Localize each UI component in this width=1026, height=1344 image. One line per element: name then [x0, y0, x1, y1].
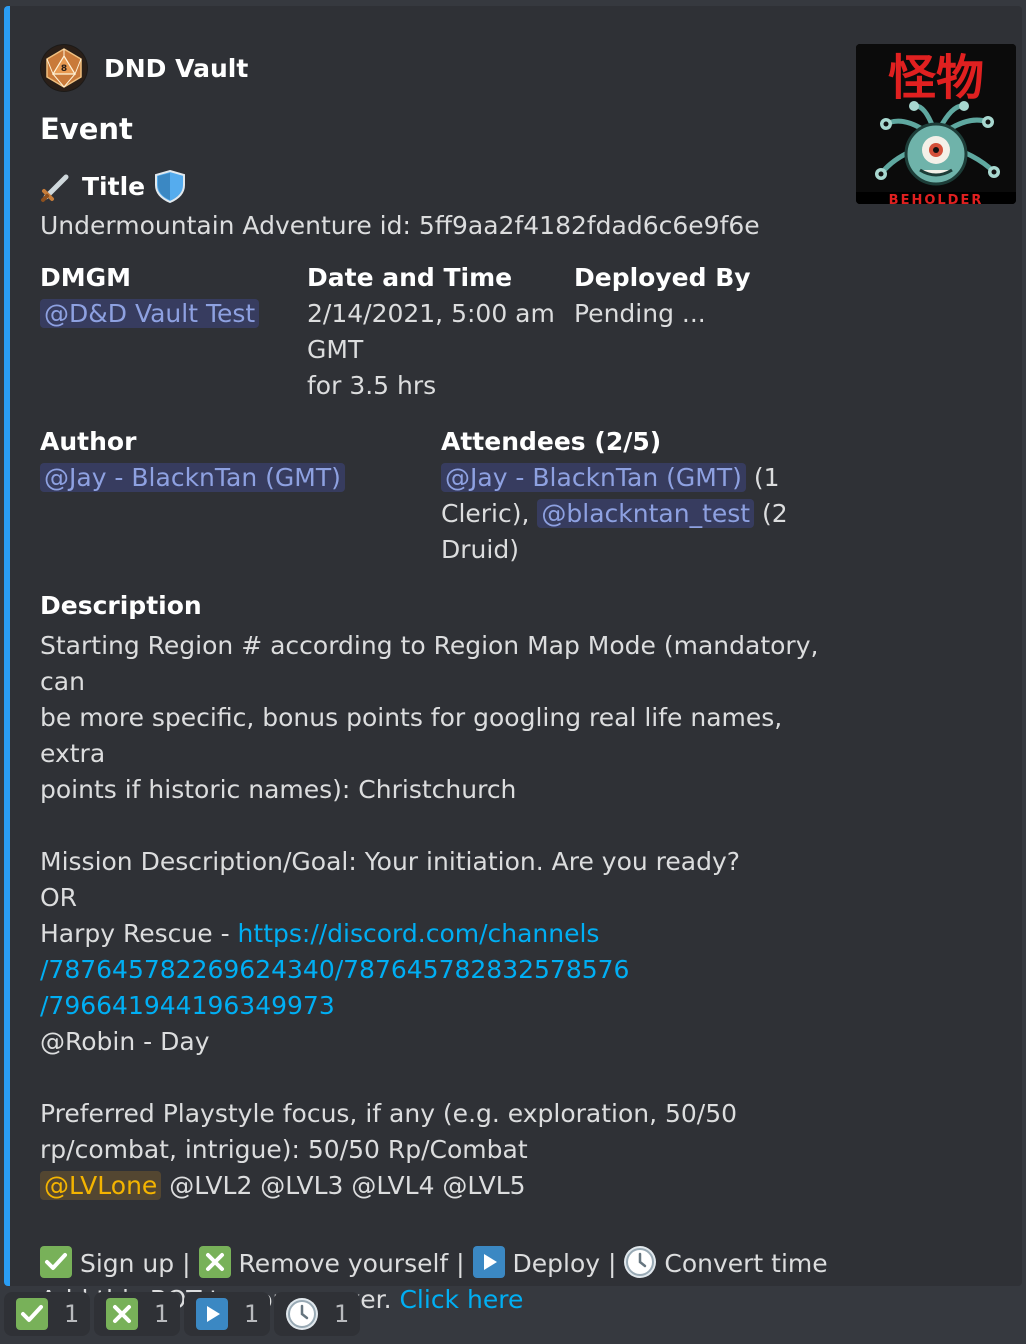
beholder-image[interactable]: 怪物 BEHOLDER [856, 44, 1016, 204]
signup-label: Sign up [79, 1249, 175, 1278]
click-here-link[interactable]: Click here [399, 1285, 523, 1314]
description-line: @LVL2 @LVL3 @LVL4 @LVL5 [161, 1171, 526, 1200]
cross-mark-icon [106, 1298, 138, 1330]
role-mention[interactable]: @LVLone [40, 1171, 162, 1200]
discord-link[interactable]: https://discord.com/channels [238, 919, 600, 948]
remove-label: Remove yourself [238, 1249, 449, 1278]
description-line: be more specific, bonus points for googl… [40, 703, 783, 768]
author-mention[interactable]: @Jay - BlacknTan (GMT) [40, 463, 345, 492]
discord-link-cont[interactable]: /787645782269624340/787645782832578576 [40, 952, 830, 988]
play-button-icon [472, 1246, 505, 1278]
description-line: Mission Description/Goal: Your initiatio… [40, 847, 741, 876]
check-mark-icon [16, 1298, 48, 1330]
deployed-by-field: Deployed By Pending ... [574, 260, 751, 332]
play-button-icon [196, 1298, 228, 1330]
reaction-play[interactable]: 1 [184, 1292, 270, 1336]
reactions-bar: 1 1 1 1 [4, 1292, 360, 1336]
date-time-line2: GMT [307, 335, 364, 364]
cross-mark-icon [198, 1246, 231, 1278]
attendee-class-1a: (1 [753, 463, 780, 492]
reaction-count: 1 [154, 1300, 170, 1328]
deployed-by-value: Pending ... [574, 299, 706, 328]
dmgm-mention[interactable]: @D&D Vault Test [40, 299, 260, 328]
convert-label: Convert time [664, 1249, 828, 1278]
date-time-line1: 2/14/2021, 5:00 am [307, 299, 555, 328]
clock-icon [624, 1246, 657, 1278]
date-time-field: Date and Time 2/14/2021, 5:00 am GMT for… [307, 260, 555, 404]
description-line: rp/combat, intrigue): 50/50 Rp/Combat [40, 1135, 528, 1164]
separator: | [182, 1249, 191, 1278]
actions-line: Sign up | Remove yourself | Deploy | Con… [40, 1246, 830, 1282]
deployed-by-label: Deployed By [574, 263, 751, 292]
embed-author-name[interactable]: DND Vault [104, 54, 248, 83]
separator: | [608, 1249, 617, 1278]
description-label: Description [40, 591, 202, 620]
embed-author: 8 DND Vault [40, 44, 248, 92]
title-field-value: Undermountain Adventure id: 5ff9aa2f4182… [40, 211, 760, 240]
reaction-check[interactable]: 1 [4, 1292, 90, 1336]
reaction-count: 1 [64, 1300, 80, 1328]
attendee-class-2a: (2 [762, 499, 788, 528]
embed-card: 8 DND Vault Event 怪物 BEHOLDER Title Unde… [4, 6, 1022, 1314]
author-field: Author @Jay - BlacknTan (GMT) [40, 424, 345, 496]
description-line: points if historic names): Christchurch [40, 775, 517, 804]
embed-title: Event [40, 112, 133, 146]
attendee-mention-2[interactable]: @blackntan_test [537, 499, 755, 528]
shield-icon [153, 169, 187, 204]
reaction-count: 1 [244, 1300, 260, 1328]
thumbnail-kanji: 怪物 [888, 50, 984, 106]
attendees-label: Attendees (2/5) [441, 427, 662, 456]
date-time-line3: for 3.5 hrs [307, 371, 437, 400]
title-field-label: Title [82, 171, 146, 201]
d20-dice-icon: 8 [40, 44, 88, 92]
attendee-class-2b: Druid) [441, 535, 519, 564]
description-line: Harpy Rescue - [40, 919, 238, 948]
date-time-label: Date and Time [307, 263, 513, 292]
attendee-mention-1[interactable]: @Jay - BlacknTan (GMT) [441, 463, 746, 492]
dagger-icon [40, 169, 74, 203]
title-field-name: Title [40, 166, 187, 206]
dmgm-field: DMGM @D&D Vault Test [40, 260, 260, 332]
description-body: Starting Region # according to Region Ma… [40, 628, 830, 1318]
reaction-clock[interactable]: 1 [274, 1292, 360, 1336]
svg-text:8: 8 [61, 64, 67, 74]
dmgm-label: DMGM [40, 263, 132, 292]
reaction-cross[interactable]: 1 [94, 1292, 180, 1336]
author-label: Author [40, 427, 137, 456]
attendees-field: Attendees (2/5) @Jay - BlacknTan (GMT) (… [441, 424, 801, 568]
description-line: OR [40, 883, 78, 912]
clock-icon [286, 1298, 318, 1330]
discord-link-cont[interactable]: /796641944196349973 [40, 988, 830, 1024]
description-line: Starting Region # according to Region Ma… [40, 631, 819, 696]
attendee-class-1b: Cleric), [441, 499, 530, 528]
description-line: @Robin - Day [40, 1027, 210, 1056]
check-mark-icon [40, 1246, 72, 1278]
description-line: Preferred Playstyle focus, if any (e.g. … [40, 1099, 738, 1128]
separator: | [456, 1249, 465, 1278]
thumbnail-caption: BEHOLDER [889, 193, 984, 204]
reaction-count: 1 [334, 1300, 350, 1328]
deploy-label: Deploy [512, 1249, 601, 1278]
